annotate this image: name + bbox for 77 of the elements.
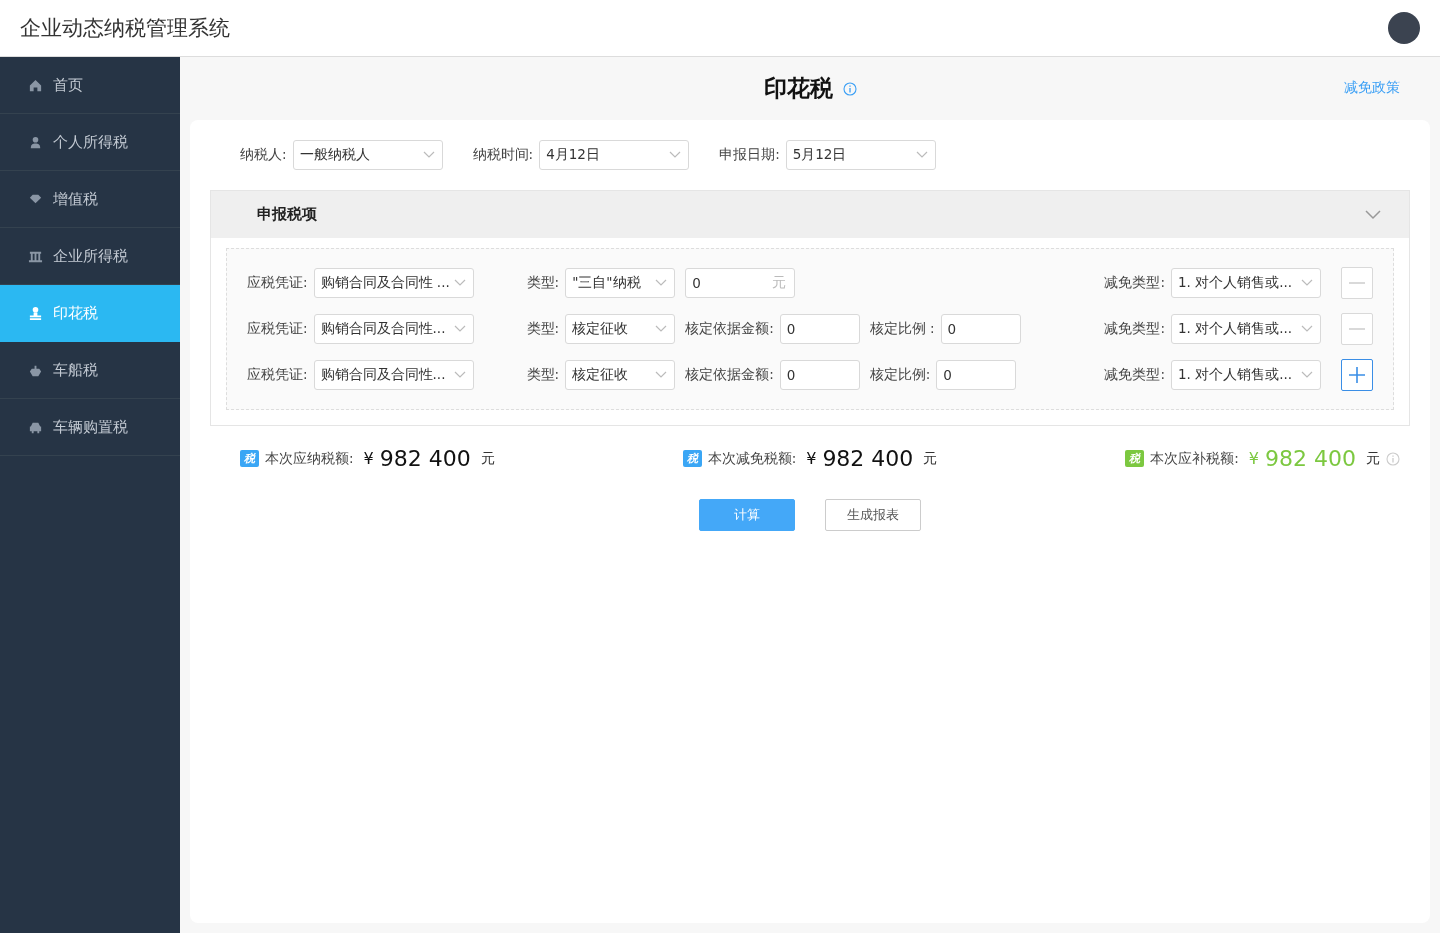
dropdown[interactable]: 购销合同及合同性 ...: [313, 268, 474, 298]
field-label: 减免类型:: [1104, 366, 1165, 384]
dropdown[interactable]: 1. 对个人销售或...: [1171, 360, 1321, 390]
info-icon[interactable]: [1386, 451, 1400, 466]
chevron-down-icon: [1301, 325, 1313, 333]
input-field[interactable]: 0: [936, 360, 1017, 390]
chevron-down-icon: [655, 325, 668, 333]
chevron-down-icon: [1301, 279, 1313, 287]
amount-field[interactable]: 0 元: [685, 268, 796, 298]
chevron-down-icon: [915, 151, 928, 159]
dropdown[interactable]: "三自"纳税: [565, 268, 676, 298]
minus-icon: [1349, 282, 1365, 284]
info-icon[interactable]: [842, 81, 857, 96]
field-label: 类型:: [526, 274, 560, 292]
field-label: 核定依据金额:: [685, 320, 774, 338]
field-label: 纳税时间:: [472, 146, 534, 164]
dropdown[interactable]: 5月12日: [785, 140, 936, 170]
tax-amount: 982 400: [822, 446, 914, 471]
unit-label: 元: [480, 449, 495, 468]
report-button[interactable]: 生成报表: [825, 499, 921, 531]
field-label: 应税凭证:: [247, 274, 308, 292]
field-label: 核定比例:: [869, 366, 931, 384]
field-label: 减免类型:: [1104, 274, 1165, 292]
dropdown[interactable]: 购销合同及合同性...: [313, 314, 474, 344]
chevron-down-icon: [655, 279, 668, 287]
tax-badge: 税: [682, 450, 702, 467]
summary-label: 本次减免税额:: [707, 449, 797, 468]
section-header[interactable]: 申报税项: [211, 191, 1409, 238]
input-field[interactable]: 0: [779, 360, 860, 390]
add-row-button[interactable]: [1341, 359, 1373, 391]
page-title: 印花税: [763, 74, 833, 103]
field-label: 核定比例 :: [869, 320, 935, 338]
field-label: 应税凭证:: [247, 320, 308, 338]
menu-icon: [28, 305, 43, 321]
menu-icon: [28, 77, 43, 93]
currency-symbol: ¥: [1248, 449, 1259, 468]
summary-label: 本次应补税额:: [1150, 449, 1239, 468]
minus-icon: [1349, 328, 1365, 330]
field-label: 纳税人:: [240, 146, 287, 164]
dropdown[interactable]: 购销合同及合同性...: [313, 360, 474, 390]
currency-symbol: ¥: [363, 449, 374, 468]
field-label: 减免类型:: [1104, 320, 1165, 338]
dropdown[interactable]: 核定征收: [565, 314, 676, 344]
dropdown[interactable]: 1. 对个人销售或...: [1171, 314, 1321, 344]
app-title: 企业动态纳税管理系统: [20, 15, 230, 42]
tax-amount: 982 400: [1265, 446, 1356, 471]
chevron-down-icon: [1301, 371, 1313, 379]
dropdown[interactable]: 核定征收: [565, 360, 676, 390]
chevron-down-icon: [453, 325, 466, 333]
chevron-down-icon: [655, 371, 668, 379]
input-field[interactable]: 0: [940, 314, 1021, 344]
plus-icon: [1349, 367, 1365, 383]
remove-row-button[interactable]: [1341, 313, 1373, 345]
remove-row-button[interactable]: [1341, 267, 1373, 299]
unit-label: 元: [923, 449, 938, 468]
tax-badge: 税: [240, 450, 259, 467]
menu-icon: [28, 134, 43, 150]
field-label: 申报日期:: [719, 146, 780, 164]
input-field[interactable]: 0: [779, 314, 860, 344]
tax-amount: 982 400: [379, 446, 471, 471]
chevron-down-icon: [669, 151, 682, 159]
field-label: 类型:: [526, 320, 560, 338]
tax-badge: 税: [1125, 450, 1145, 467]
chevron-down-icon: [422, 151, 435, 159]
summary-label: 本次应纳税额:: [265, 449, 354, 468]
dropdown[interactable]: 一般纳税人: [292, 140, 443, 170]
user-avatar[interactable]: [1388, 12, 1420, 44]
chevron-down-icon: [453, 279, 466, 287]
dropdown[interactable]: 4月12日: [539, 140, 690, 170]
chevron-down-icon[interactable]: [1365, 209, 1381, 220]
chevron-down-icon: [453, 371, 466, 379]
unit-label: 元: [1366, 449, 1380, 468]
field-label: 核定依据金额:: [685, 366, 774, 384]
currency-symbol: ¥: [806, 449, 817, 468]
dropdown[interactable]: 1. 对个人销售或...: [1171, 268, 1321, 298]
field-label: 类型:: [526, 366, 560, 384]
field-label: 应税凭证:: [247, 366, 308, 384]
